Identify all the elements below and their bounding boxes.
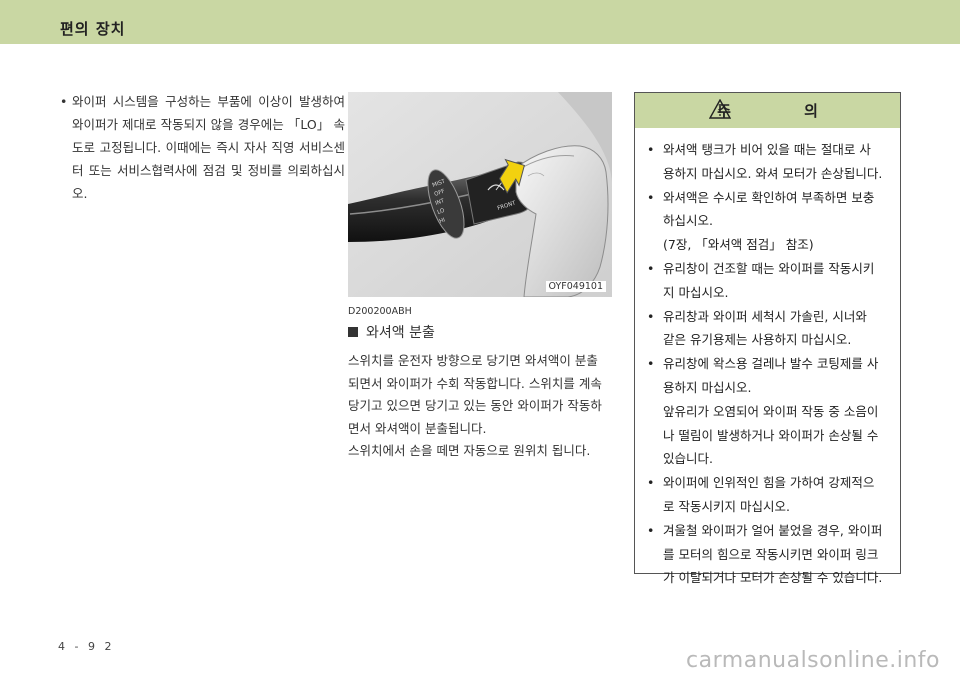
bullet: • bbox=[647, 260, 655, 276]
caution-line: 유리창에 왁스용 걸레나 발수 코팅제를 사 bbox=[663, 356, 879, 372]
paragraph-line: 당기고 있으면 당기고 있는 동안 와이퍼가 작동하 bbox=[348, 398, 602, 413]
caution-line: 와셔액 탱크가 비어 있을 때는 절대로 사 bbox=[663, 142, 871, 157]
caution-line: 용하지 마십시오. 와셔 모터가 손상됩니다. bbox=[663, 165, 883, 181]
wiper-switch-figure: MIST OFF INT LO HI FRONT OYF049101 bbox=[348, 92, 612, 297]
caution-box: 주 의 • 와셔액 탱크가 비어 있을 때는 절대로 사 용하지 마십시오. 와… bbox=[634, 92, 901, 585]
caution-line: 와셔액은 수시로 확인하여 부족하면 보충 bbox=[663, 189, 875, 205]
caution-list: • 와셔액 탱크가 비어 있을 때는 절대로 사 용하지 마십시오. 와셔 모터… bbox=[635, 128, 900, 590]
caution-item: • 와셔액 탱크가 비어 있을 때는 절대로 사 용하지 마십시오. 와셔 모터… bbox=[647, 138, 892, 186]
page-title: 편의 장치 bbox=[60, 20, 126, 38]
watermark: carmanualsonline.info bbox=[686, 648, 940, 673]
figure-code: OYF049101 bbox=[545, 281, 606, 292]
washer-section: D200200ABH 와셔액 분출 스위치를 운전자 방향으로 당기면 와셔액이… bbox=[348, 306, 616, 463]
caution-line: 를 모터의 힘으로 작동시키면 와이퍼 링크 bbox=[663, 546, 879, 562]
paragraph-line: 되면서 와이퍼가 수회 작동합니다. 스위치를 계속 bbox=[348, 375, 602, 391]
malfunction-note-text: 와이퍼 시스템을 구성하는 부품에 이상이 발생하여 와이퍼가 제대로 작동되지… bbox=[72, 94, 345, 201]
caution-line: 나 떨림이 발생하거나 와이퍼가 손상될 수 bbox=[663, 427, 879, 443]
caution-line: 같은 유기용제는 사용하지 마십시오. bbox=[663, 332, 852, 348]
caution-line: (7장, 「와셔액 점검」 참조) bbox=[663, 237, 814, 253]
paragraph-line: 스위치를 운전자 방향으로 당기면 와셔액이 분출 bbox=[348, 353, 598, 368]
section-code: D200200ABH bbox=[348, 306, 412, 317]
caution-line: 로 작동시키지 마십시오. bbox=[663, 498, 790, 514]
caution-line: 하십시오. bbox=[663, 213, 713, 229]
paragraph-line: 면서 와셔액이 분출됩니다. bbox=[348, 420, 487, 436]
caution-line: 유리창이 건조할 때는 와이퍼를 작동시키 bbox=[663, 260, 875, 276]
bullet: • bbox=[647, 356, 655, 372]
bullet: • bbox=[647, 308, 655, 324]
caution-item: • 와셔액은 수시로 확인하여 부족하면 보충 하십시오. (7장, 「와셔액 … bbox=[647, 186, 892, 257]
caution-title: 주 의 bbox=[717, 102, 852, 120]
caution-item: • 유리창에 왁스용 걸레나 발수 코팅제를 사 용하지 마십시오. 앞유리가 … bbox=[647, 352, 892, 471]
caution-line: 있습니다. bbox=[663, 451, 713, 467]
caution-line: 와이퍼에 인위적인 힘을 가하여 강제적으 bbox=[663, 475, 875, 491]
caution-item: • 유리창과 와이퍼 세척시 가솔린, 시너와 같은 유기용제는 사용하지 마십… bbox=[647, 305, 892, 353]
caution-item: • 유리창이 건조할 때는 와이퍼를 작동시키 지 마십시오. bbox=[647, 257, 892, 305]
section-title-text: 와셔액 분출 bbox=[366, 325, 435, 341]
left-column: • 와이퍼 시스템을 구성하는 부품에 이상이 발생하여 와이퍼가 제대로 작동… bbox=[60, 90, 345, 205]
caution-item: • 와이퍼에 인위적인 힘을 가하여 강제적으 로 작동시키지 마십시오. bbox=[647, 471, 892, 519]
caution-line: 유리창과 와이퍼 세척시 가솔린, 시너와 bbox=[663, 308, 867, 324]
caution-header: 주 의 bbox=[635, 93, 900, 128]
bullet: • bbox=[647, 475, 655, 491]
square-bullet-icon bbox=[348, 327, 358, 337]
bullet: • bbox=[647, 142, 655, 157]
washer-description: 스위치를 운전자 방향으로 당기면 와셔액이 분출 되면서 와이퍼가 수회 작동… bbox=[348, 350, 616, 463]
caution-line: 앞유리가 오염되어 와이퍼 작동 중 소음이 bbox=[663, 403, 879, 419]
wiper-switch-illustration: MIST OFF INT LO HI FRONT bbox=[348, 92, 612, 297]
header-band: 편의 장치 bbox=[0, 0, 960, 44]
bullet: • bbox=[647, 522, 655, 538]
caution-line: 가 이탈되거나 모터가 손상될 수 있습니다. bbox=[663, 570, 883, 586]
caution-item: • 겨울철 와이퍼가 얼어 붙었을 경우, 와이퍼 를 모터의 힘으로 작동시키… bbox=[647, 519, 892, 590]
malfunction-note: • 와이퍼 시스템을 구성하는 부품에 이상이 발생하여 와이퍼가 제대로 작동… bbox=[60, 90, 345, 205]
caution-line: 용하지 마십시오. bbox=[663, 379, 752, 395]
section-title: 와셔액 분출 bbox=[348, 322, 616, 342]
caution-line: 지 마십시오. bbox=[663, 284, 729, 300]
warning-triangle-icon bbox=[709, 99, 731, 119]
paragraph-line: 스위치에서 손을 떼면 자동으로 원위치 됩니다. bbox=[348, 443, 591, 458]
page-number: 4 - 9 2 bbox=[58, 640, 115, 653]
bullet: • bbox=[647, 189, 655, 205]
caution-line: 겨울철 와이퍼가 얼어 붙었을 경우, 와이퍼 bbox=[663, 522, 883, 538]
bullet: • bbox=[60, 94, 68, 109]
